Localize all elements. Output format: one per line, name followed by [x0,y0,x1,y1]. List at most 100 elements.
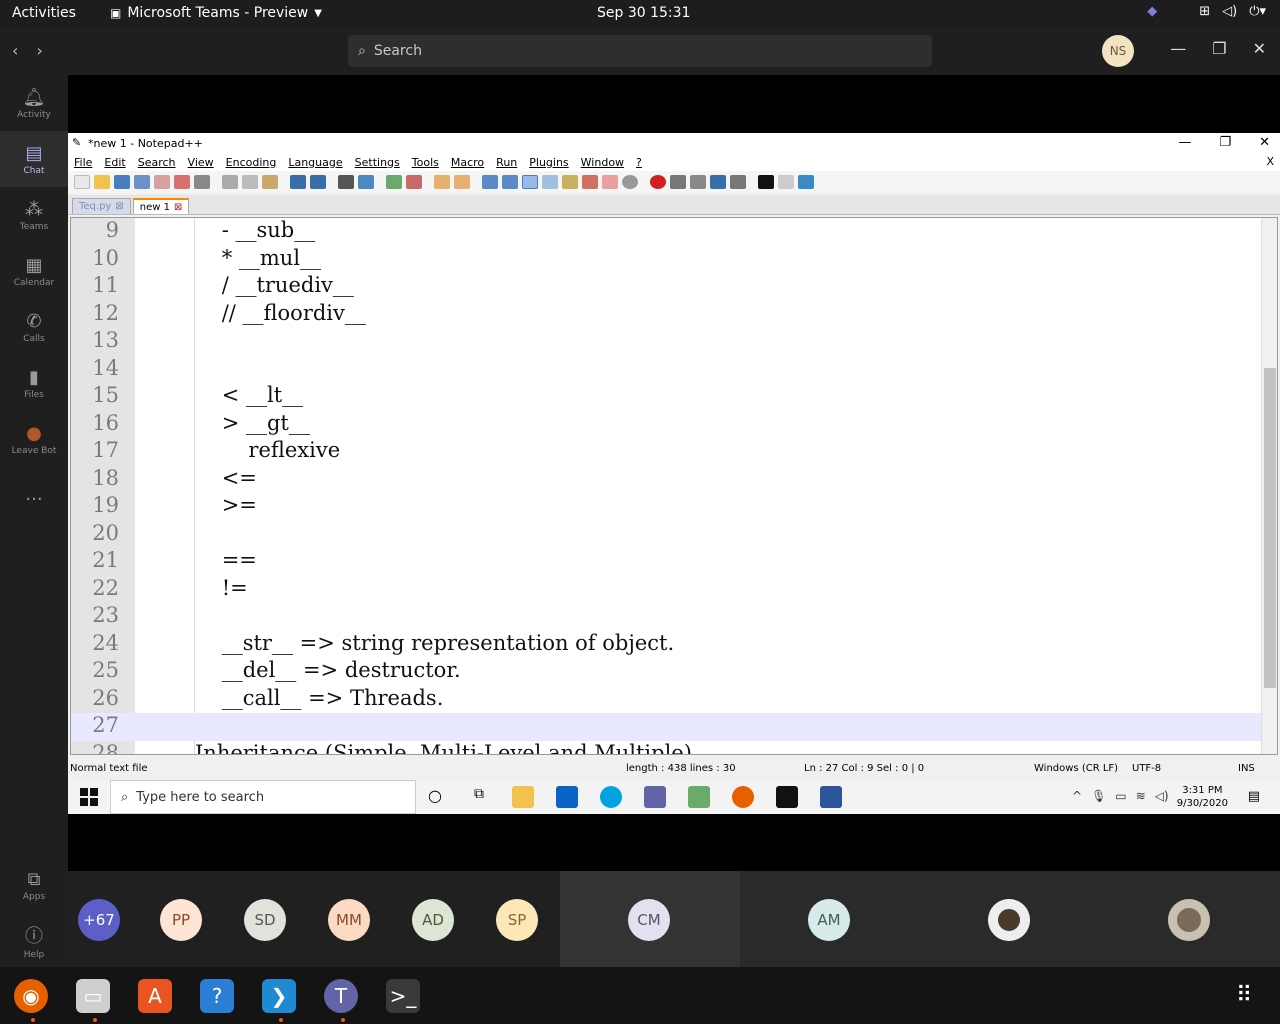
explorer-icon[interactable] [512,786,534,808]
udl-icon[interactable] [542,175,558,189]
notification-icon[interactable]: ▤ [1248,789,1260,804]
editor-line[interactable]: 16 > __gt__ [71,411,1261,439]
editor-line[interactable]: 9 - __sub__ [71,218,1261,246]
folder-workspace-icon[interactable] [602,175,618,189]
tab-close-icon[interactable]: ⊠ [174,202,182,213]
help-icon[interactable]: ? [200,979,234,1013]
stop-macro-icon[interactable] [670,175,686,189]
npp-doc-close[interactable]: X [1266,155,1274,168]
windows-clock[interactable]: 3:31 PM 9/30/2020 [1177,784,1228,810]
participant-avatar[interactable]: +67 [78,899,120,941]
copy-icon[interactable] [242,175,258,189]
editor-line[interactable]: 15 < __lt__ [71,383,1261,411]
print-icon[interactable] [194,175,210,189]
play-macro-icon[interactable] [690,175,706,189]
indent-guide-icon[interactable] [522,175,538,189]
participant-avatar[interactable]: SD [244,899,286,941]
editor-line[interactable]: 12 // __floordiv__ [71,301,1261,329]
participant-photo-2[interactable] [1168,899,1210,941]
word-icon[interactable] [820,786,842,808]
maximize-icon[interactable]: ❐ [1212,39,1226,58]
show-apps-icon[interactable]: ⠿ [1236,983,1252,1008]
sync-v-icon[interactable] [434,175,450,189]
activities-button[interactable]: Activities [12,5,76,21]
redo-icon[interactable] [310,175,326,189]
wifi-icon[interactable]: ≋ [1136,789,1146,803]
participant-avatar[interactable]: PP [160,899,202,941]
tab-new-1[interactable]: new 1 ⊠ [132,198,190,214]
npp-minimize-icon[interactable]: — [1178,135,1191,150]
rail-item-apps[interactable]: ⧉ Apps [0,857,68,913]
editor-line[interactable]: 27 [71,713,1261,741]
participant-avatar[interactable]: AM [808,899,850,941]
rail-item-teams[interactable]: ⁂ Teams [0,187,68,243]
teams-icon[interactable] [644,786,666,808]
show-all-chars-icon[interactable] [502,175,518,189]
find-icon[interactable] [338,175,354,189]
avatar[interactable]: NS [1102,35,1134,67]
rail-item-leave-bot[interactable]: ● Leave Bot [0,411,68,467]
rail-item-help[interactable]: ⓘ Help [0,913,68,969]
participant-avatar[interactable]: AD [412,899,454,941]
participant-avatar[interactable]: MM [328,899,370,941]
rail-item-more[interactable]: ... [0,467,68,523]
skype-icon[interactable] [600,786,622,808]
tab-close-icon[interactable]: ⊠ [115,201,123,212]
menu-language[interactable]: Language [288,156,342,169]
console-icon[interactable] [758,175,774,189]
run-macro-multiple-icon[interactable] [710,175,726,189]
editor-line[interactable]: 13 [71,328,1261,356]
editor-line[interactable]: 26 __call__ => Threads. [71,686,1261,714]
paste-icon[interactable] [262,175,278,189]
rail-item-chat[interactable]: ▤ Chat [0,131,68,187]
code-editor[interactable]: 9 - __sub__ 10 * __mul__ 11 / __truediv__ 1… [70,217,1278,755]
teams-icon[interactable]: T [324,979,358,1013]
menu-view[interactable]: View [188,156,214,169]
record-macro-icon[interactable] [650,175,666,189]
replace-icon[interactable] [358,175,374,189]
menu-tools[interactable]: Tools [412,156,439,169]
plugin-icon[interactable] [778,175,794,189]
menu-help[interactable]: ? [636,156,642,169]
editor-line[interactable]: 20 [71,521,1261,549]
software-icon[interactable]: A [138,979,172,1013]
editor-line[interactable]: 22 != [71,576,1261,604]
vscode-icon[interactable]: ❯ [262,979,296,1013]
npp-restore-icon[interactable]: ❐ [1219,135,1231,150]
menu-plugins[interactable]: Plugins [529,156,568,169]
editor-line[interactable]: 21 == [71,548,1261,576]
zoom-in-icon[interactable] [386,175,402,189]
plugin-2-icon[interactable] [798,175,814,189]
scrollbar-thumb[interactable] [1264,368,1276,688]
menu-run[interactable]: Run [496,156,517,169]
menu-search[interactable]: Search [138,156,176,169]
editor-line[interactable]: 11 / __truediv__ [71,273,1261,301]
speaker-icon[interactable]: ◁) [1155,789,1169,803]
battery-icon[interactable]: ▭ [1115,789,1126,803]
minimize-icon[interactable]: — [1170,39,1186,58]
menu-edit[interactable]: Edit [104,156,125,169]
menu-macro[interactable]: Macro [451,156,484,169]
menu-file[interactable]: File [74,156,92,169]
participant-photo-1[interactable] [988,899,1030,941]
editor-line[interactable]: 24 __str__ => string representation of o… [71,631,1261,659]
doc-map-icon[interactable] [562,175,578,189]
power-icon[interactable]: ⏻▾ [1249,4,1266,19]
search-input[interactable]: ⌕ Search [348,35,932,67]
save-all-icon[interactable] [134,175,150,189]
rail-item-calls[interactable]: ✆ Calls [0,299,68,355]
editor-line[interactable]: 19 >= [71,493,1261,521]
monitor-icon[interactable] [622,175,638,189]
save-macro-icon[interactable] [730,175,746,189]
participant-avatar[interactable]: SP [496,899,538,941]
microphone-icon[interactable]: 🎙︎ [1091,789,1106,803]
windows-start-icon[interactable] [80,788,98,806]
wrap-icon[interactable] [482,175,498,189]
tab-teq-py[interactable]: Teq.py ⊠ [72,198,131,214]
volume-icon[interactable]: ◁) [1222,4,1237,19]
forward-arrow-icon[interactable]: › [36,41,42,60]
firefox-icon[interactable]: ◉ [14,979,48,1013]
function-list-icon[interactable] [582,175,598,189]
menu-settings[interactable]: Settings [355,156,400,169]
editor-line[interactable]: 17 reflexive [71,438,1261,466]
